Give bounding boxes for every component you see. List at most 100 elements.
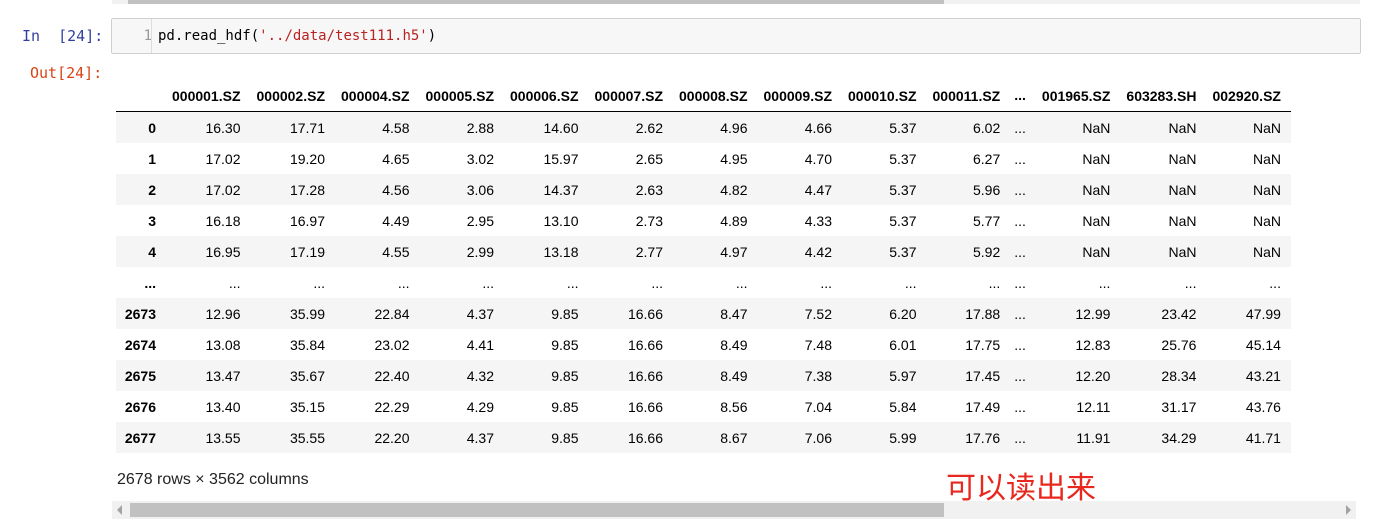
table-cell: ... [1014,305,1026,322]
column-header: 603283.SH [1120,78,1207,112]
table-cell: 35.99 [289,305,325,322]
table-cell: ... [397,274,410,291]
table-cell: NaN [1252,119,1281,136]
row-index: 1 [148,150,156,167]
table-cell: 17.02 [205,150,241,167]
scroll-left-arrow-icon[interactable] [117,505,122,515]
table-cell: 2.65 [635,150,663,167]
row-index: 2677 [124,429,156,446]
table-cell: 17.28 [289,181,325,198]
table-cell: 22.20 [374,429,410,446]
output-horizontal-scrollbar[interactable] [112,501,1356,519]
scroll-right-arrow-icon[interactable] [1346,505,1351,515]
table-cell: 45.14 [1245,336,1281,353]
code-function-call: pd.read_hdf( [158,28,260,44]
table-cell: ... [1014,212,1026,229]
table-cell: NaN [1082,150,1111,167]
table-cell: 17.88 [965,305,1001,322]
line-number: 1 [143,28,152,44]
table-cell: 6.27 [972,150,1001,167]
table-cell: ... [988,274,1001,291]
table-cell: 16.18 [205,212,241,229]
column-header: 000008.SZ [673,78,758,112]
table-cell: NaN [1168,243,1197,260]
table-cell: 4.42 [804,243,832,260]
table-cell: 17.71 [289,119,325,136]
table-cell: 4.70 [804,150,832,167]
code-line[interactable]: pd.read_hdf('../data/test111.h5') [158,28,436,44]
table-cell: 43.21 [1245,367,1281,384]
table-cell: 16.97 [289,212,325,229]
table-cell: ... [1014,243,1026,260]
dataframe-header-row: 000001.SZ 000002.SZ 000004.SZ 000005.SZ 0000… [116,78,1291,112]
table-cell: 28.34 [1161,367,1197,384]
column-header: 000007.SZ [588,78,673,112]
table-cell: 4.37 [466,429,494,446]
table-cell: ... [1014,119,1026,136]
table-cell: 43.76 [1245,398,1281,415]
table-cell: 16.66 [627,398,663,415]
table-cell: NaN [1252,243,1281,260]
table-cell: NaN [1168,119,1197,136]
table-cell: 4.47 [804,181,832,198]
table-cell: 34.29 [1161,429,1197,446]
table-cell: 2.88 [466,119,494,136]
table-cell: 9.85 [551,367,579,384]
table-cell: ... [1098,274,1111,291]
table-cell: 17.75 [965,336,1001,353]
table-cell: 8.67 [720,429,748,446]
code-gutter-separator [151,19,152,53]
table-cell: NaN [1082,119,1111,136]
table-cell: 4.55 [382,243,410,260]
table-row: 0 16.30 17.71 4.58 2.88 14.60 2.62 4.96 4.66 5.37… [116,111,1291,143]
table-cell: 2.77 [635,243,663,260]
row-index: 0 [148,119,156,136]
table-cell: 22.29 [374,398,410,415]
table-cell: 22.40 [374,367,410,384]
table-cell: 5.99 [889,429,917,446]
dataframe-table: 000001.SZ 000002.SZ 000004.SZ 000005.SZ 0000… [116,78,1291,453]
table-cell: 5.37 [889,150,917,167]
table-cell: 16.66 [627,367,663,384]
table-cell: 8.49 [720,367,748,384]
table-cell: ... [1184,274,1197,291]
table-cell: 22.84 [374,305,410,322]
table-cell: ... [1269,274,1281,291]
table-cell: 2.73 [635,212,663,229]
table-cell: 6.20 [889,305,917,322]
table-cell: 14.37 [543,181,579,198]
table-cell: 4.95 [720,150,748,167]
table-cell: 4.66 [804,119,832,136]
table-cell: 17.76 [965,429,1001,446]
table-cell: 13.18 [543,243,579,260]
code-cell-editor[interactable]: 1 pd.read_hdf('../data/test111.h5') [111,18,1361,54]
table-cell: 2.99 [466,243,494,260]
table-cell: 23.02 [374,336,410,353]
table-cell: 4.33 [804,212,832,229]
column-header: 000009.SZ [757,78,842,112]
table-cell: 35.84 [289,336,325,353]
table-cell: ... [1014,398,1026,415]
table-cell: 5.92 [972,243,1001,260]
dataframe-output: 000001.SZ 000002.SZ 000004.SZ 000005.SZ 0000… [116,78,1291,453]
table-cell: NaN [1168,181,1197,198]
table-cell: 8.56 [720,398,748,415]
top-horizontal-scrollbar[interactable] [112,0,1360,4]
table-cell: 12.20 [1075,367,1111,384]
table-cell: 5.96 [972,181,1001,198]
table-cell: ... [1014,181,1026,198]
table-cell: 5.77 [972,212,1001,229]
table-cell: 9.85 [551,336,579,353]
table-cell: 4.56 [382,181,410,198]
column-header: 000004.SZ [335,78,420,112]
table-cell: 8.47 [720,305,748,322]
table-cell: 19.20 [289,150,325,167]
table-cell: 4.49 [382,212,410,229]
row-index: 2674 [124,336,156,353]
output-scrollbar-thumb[interactable] [130,503,944,517]
table-cell: 5.84 [889,398,917,415]
row-index: ... [144,274,156,291]
table-cell: ... [820,274,832,291]
top-scrollbar-thumb[interactable] [128,0,944,4]
dataframe-shape-info: 2678 rows × 3562 columns [117,471,309,488]
